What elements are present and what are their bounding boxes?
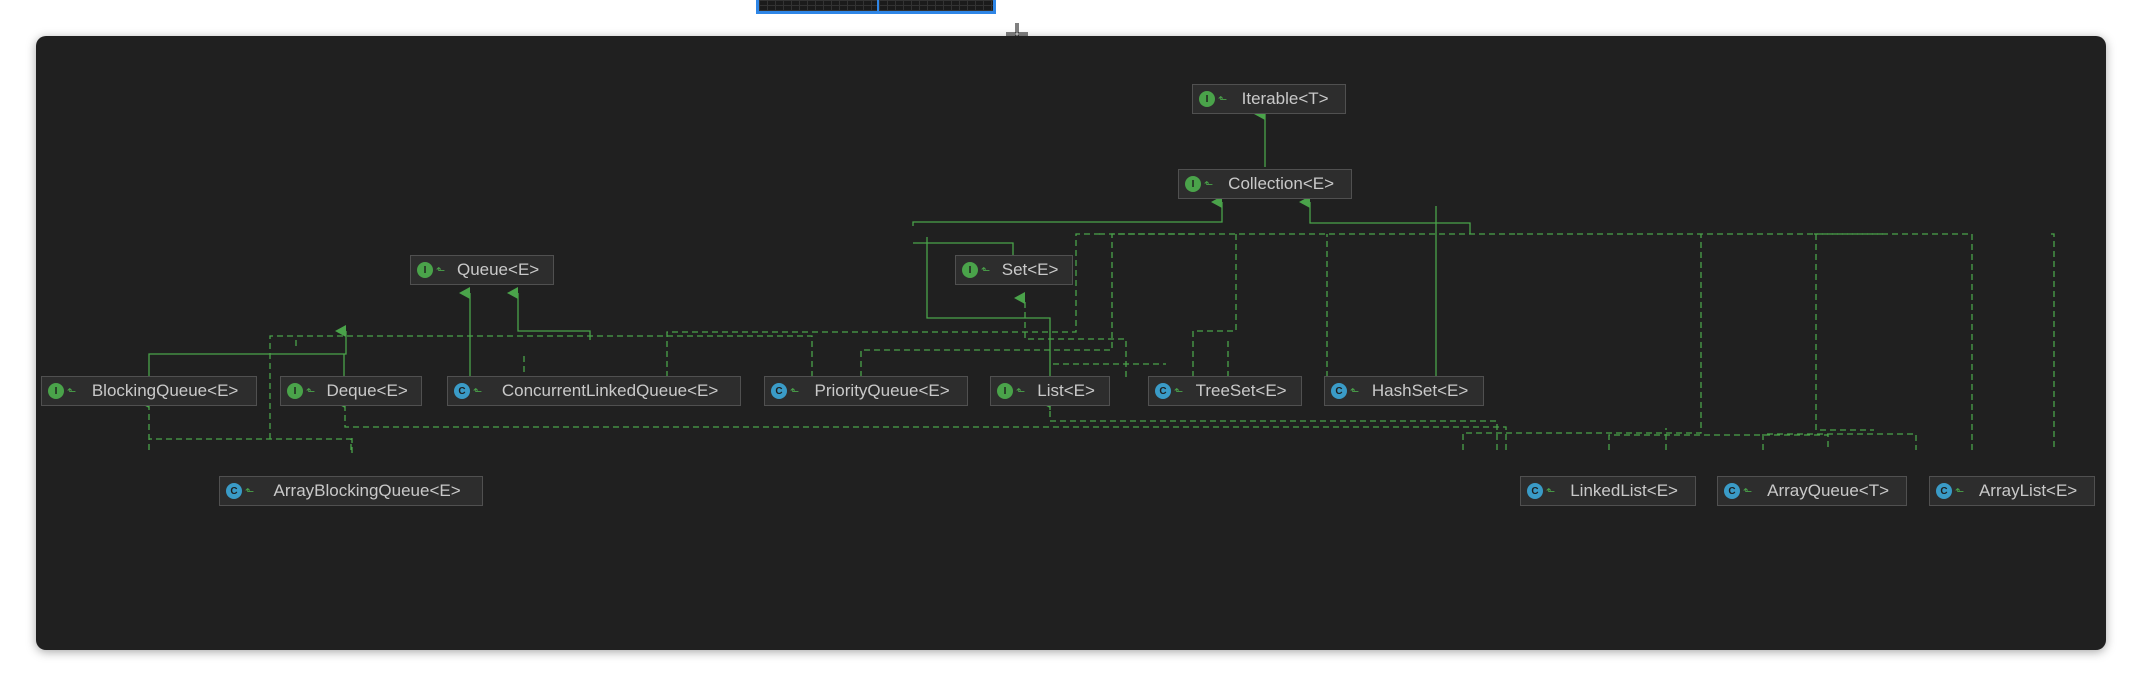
diagram-canvas[interactable]: I ⬑ Iterable<T> I ⬑ Collection<E> I ⬑ Queue…	[36, 36, 2106, 650]
node-label: ConcurrentLinkedQueue<E>	[501, 381, 719, 400]
node-label: Iterable<T>	[1241, 89, 1329, 108]
class-badge-icon: C	[1331, 383, 1347, 399]
node-label: ArrayList<E>	[1978, 481, 2078, 500]
node-concurrentlinkedqueue[interactable]: C ⬑ ConcurrentLinkedQueue<E>	[447, 376, 741, 406]
node-list[interactable]: I ⬑ List<E>	[990, 376, 1110, 406]
public-access-icon: ⬑	[1174, 385, 1184, 398]
node-iterable[interactable]: I ⬑ Iterable<T>	[1192, 84, 1346, 114]
interface-badge-icon: I	[997, 383, 1013, 399]
class-badge-icon: C	[1527, 483, 1543, 499]
node-label: ArrayBlockingQueue<E>	[273, 481, 461, 500]
class-badge-icon: C	[1155, 383, 1171, 399]
node-label: ArrayQueue<T>	[1767, 481, 1890, 500]
node-label: Set<E>	[1001, 260, 1059, 279]
node-label: TreeSet<E>	[1195, 381, 1287, 400]
class-badge-icon: C	[226, 483, 242, 499]
node-label: List<E>	[1037, 381, 1095, 400]
node-treeset[interactable]: C ⬑ TreeSet<E>	[1148, 376, 1302, 406]
interface-badge-icon: I	[1185, 176, 1201, 192]
class-badge-icon: C	[771, 383, 787, 399]
public-access-icon: ⬑	[1016, 385, 1026, 398]
node-blockingqueue[interactable]: I ⬑ BlockingQueue<E>	[41, 376, 257, 406]
public-access-icon: ⬑	[1350, 385, 1360, 398]
public-access-icon: ⬑	[1218, 93, 1228, 106]
interface-badge-icon: I	[287, 383, 303, 399]
node-label: HashSet<E>	[1371, 381, 1469, 400]
public-access-icon: ⬑	[790, 385, 800, 398]
node-queue[interactable]: I ⬑ Queue<E>	[410, 255, 554, 285]
node-label: Deque<E>	[326, 381, 408, 400]
class-badge-icon: C	[1936, 483, 1952, 499]
node-label: LinkedList<E>	[1570, 481, 1678, 500]
minimap-divider	[877, 0, 879, 11]
node-label: PriorityQueue<E>	[814, 381, 950, 400]
public-access-icon: ⬑	[1743, 485, 1753, 498]
class-badge-icon: C	[1724, 483, 1740, 499]
node-priorityqueue[interactable]: C ⬑ PriorityQueue<E>	[764, 376, 968, 406]
node-linkedlist[interactable]: C ⬑ LinkedList<E>	[1520, 476, 1696, 506]
node-hashset[interactable]: C ⬑ HashSet<E>	[1324, 376, 1484, 406]
minimap-viewport[interactable]	[756, 0, 996, 14]
public-access-icon: ⬑	[1955, 485, 1965, 498]
interface-badge-icon: I	[962, 262, 978, 278]
public-access-icon: ⬑	[436, 264, 446, 277]
public-access-icon: ⬑	[1546, 485, 1556, 498]
node-arraylist[interactable]: C ⬑ ArrayList<E>	[1929, 476, 2095, 506]
node-label: Queue<E>	[456, 260, 540, 279]
class-badge-icon: C	[454, 383, 470, 399]
interface-badge-icon: I	[1199, 91, 1215, 107]
diagram-edges	[138, 108, 2055, 453]
interface-badge-icon: I	[48, 383, 64, 399]
node-arrayqueue[interactable]: C ⬑ ArrayQueue<T>	[1717, 476, 1907, 506]
node-set[interactable]: I ⬑ Set<E>	[955, 255, 1073, 285]
public-access-icon: ⬑	[306, 385, 316, 398]
interface-badge-icon: I	[417, 262, 433, 278]
public-access-icon: ⬑	[1204, 178, 1214, 191]
node-label: BlockingQueue<E>	[91, 381, 239, 400]
node-deque[interactable]: I ⬑ Deque<E>	[280, 376, 422, 406]
public-access-icon: ⬑	[67, 385, 77, 398]
node-collection[interactable]: I ⬑ Collection<E>	[1178, 169, 1352, 199]
node-arrayblockingqueue[interactable]: C ⬑ ArrayBlockingQueue<E>	[219, 476, 483, 506]
public-access-icon: ⬑	[473, 385, 483, 398]
node-label: Collection<E>	[1228, 174, 1335, 193]
public-access-icon: ⬑	[245, 485, 255, 498]
public-access-icon: ⬑	[981, 264, 991, 277]
